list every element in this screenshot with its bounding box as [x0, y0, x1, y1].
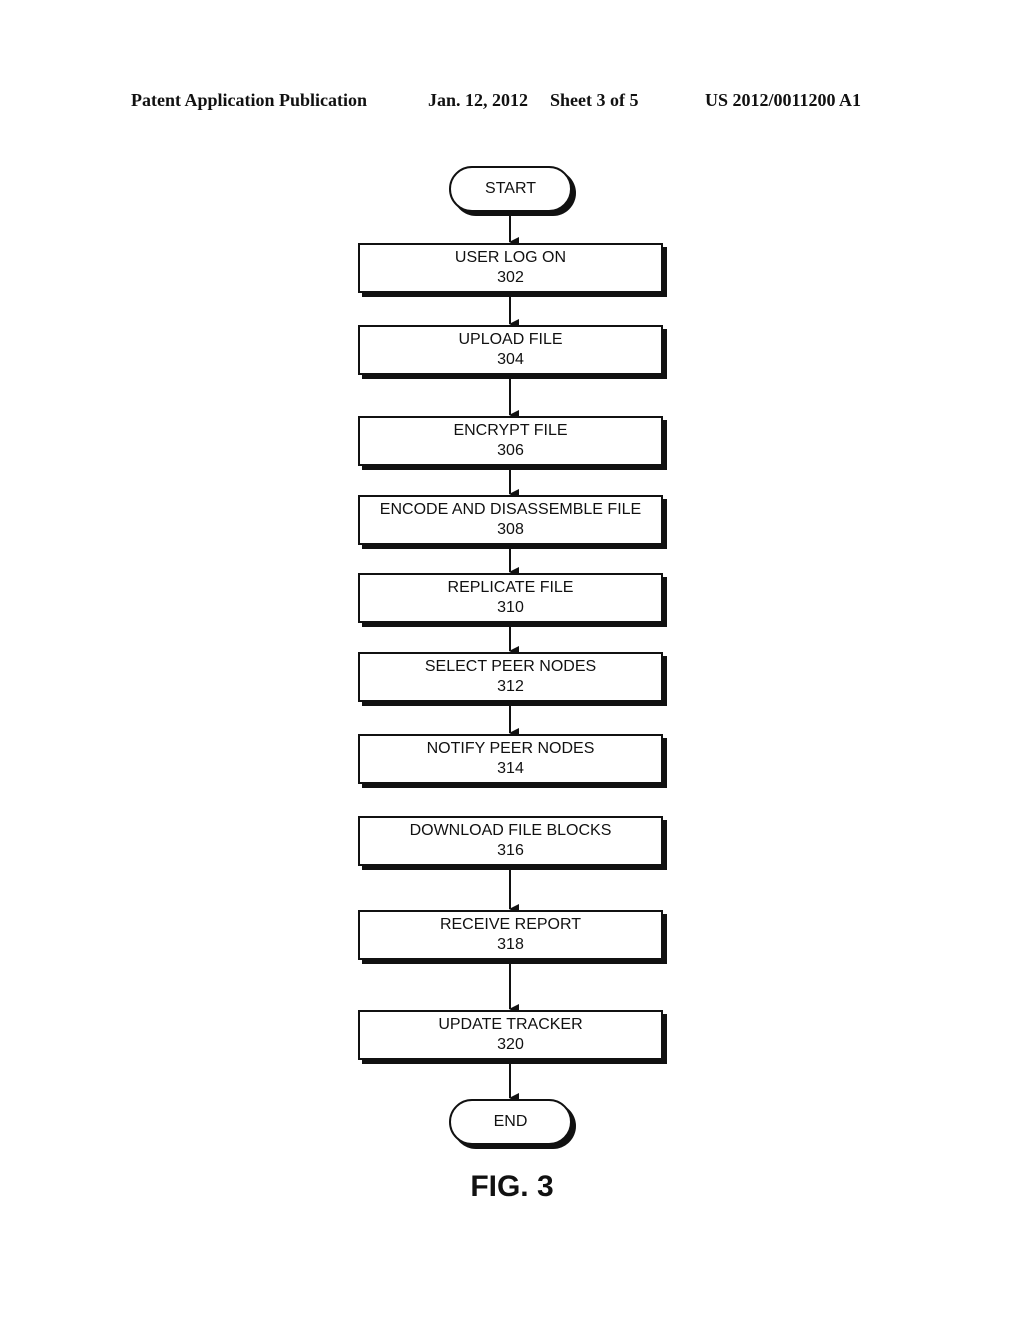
- end-label: END: [493, 1113, 528, 1130]
- publication-type: Patent Application Publication: [131, 90, 368, 110]
- step-ref: 308: [497, 521, 524, 538]
- publication-date: Jan. 12, 2012: [428, 90, 529, 110]
- step-box-314: NOTIFY PEER NODES 314: [358, 734, 663, 784]
- step-label: RECEIVE REPORT: [439, 916, 582, 933]
- start-terminal: START: [449, 166, 572, 212]
- step-ref: 312: [497, 678, 524, 695]
- step-ref: 314: [497, 760, 524, 777]
- step-label: ENCRYPT FILE: [453, 422, 568, 439]
- step-label: USER LOG ON: [454, 249, 567, 266]
- step-label: UPLOAD FILE: [458, 331, 563, 348]
- step-ref: 304: [497, 351, 524, 368]
- end-terminal: END: [449, 1099, 572, 1145]
- step-label: ENCODE AND DISASSEMBLE FILE: [379, 501, 642, 518]
- patent-header: Patent Application Publication Jan. 12, …: [0, 90, 1024, 114]
- step-box-304: UPLOAD FILE 304: [358, 325, 663, 375]
- step-ref: 306: [497, 442, 524, 459]
- step-label: REPLICATE FILE: [447, 579, 574, 596]
- step-ref: 316: [497, 842, 524, 859]
- step-box-318: RECEIVE REPORT 318: [358, 910, 663, 960]
- patent-number: US 2012/0011200 A1: [705, 90, 862, 110]
- figure-label: FIG. 3: [470, 1170, 554, 1203]
- step-box-316: DOWNLOAD FILE BLOCKS 316: [358, 816, 663, 866]
- step-box-312: SELECT PEER NODES 312: [358, 652, 663, 702]
- step-ref: 302: [497, 269, 524, 286]
- step-label: DOWNLOAD FILE BLOCKS: [409, 822, 612, 839]
- step-ref: 318: [497, 936, 524, 953]
- step-box-320: UPDATE TRACKER 320: [358, 1010, 663, 1060]
- step-box-306: ENCRYPT FILE 306: [358, 416, 663, 466]
- start-label: START: [485, 180, 536, 197]
- sheet-number: Sheet 3 of 5: [550, 90, 639, 110]
- step-box-310: REPLICATE FILE 310: [358, 573, 663, 623]
- step-ref: 310: [497, 599, 524, 616]
- step-label: SELECT PEER NODES: [424, 658, 597, 675]
- step-label: NOTIFY PEER NODES: [426, 740, 595, 757]
- step-label: UPDATE TRACKER: [438, 1016, 583, 1033]
- step-box-302: USER LOG ON 302: [358, 243, 663, 293]
- step-box-308: ENCODE AND DISASSEMBLE FILE 308: [358, 495, 663, 545]
- step-ref: 320: [497, 1036, 524, 1053]
